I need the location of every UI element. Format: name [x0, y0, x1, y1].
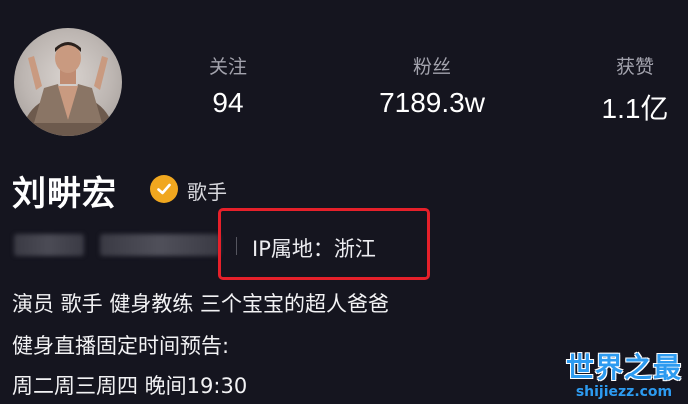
watermark-title: 世界之最	[565, 351, 682, 384]
watermark-logo: 世界之最 shijiezz.com	[566, 346, 682, 400]
likes-stat[interactable]: 获赞 1.1亿	[585, 52, 685, 127]
avatar[interactable]	[14, 28, 122, 136]
ip-highlight-box	[218, 208, 430, 280]
role-label: 歌手	[187, 180, 227, 204]
followers-count: 7189.3w	[379, 87, 485, 118]
likes-count: 1.1亿	[601, 93, 669, 124]
bio-line: 健身直播固定时间预告:	[12, 334, 230, 358]
blurred-info-1	[14, 234, 84, 256]
likes-label: 获赞	[615, 56, 654, 78]
bio-line: 周二周三周四 晚间19:30	[12, 374, 248, 398]
followers-stat[interactable]: 粉丝 7189.3w	[352, 52, 512, 119]
following-stat[interactable]: 关注 94	[178, 52, 278, 119]
profile-name: 刘畊宏	[12, 174, 117, 214]
check-badge-icon	[150, 175, 178, 203]
watermark-url: shijiezz.com	[575, 384, 673, 400]
followers-label: 粉丝	[412, 56, 451, 78]
following-count: 94	[212, 87, 244, 118]
bio-line: 演员 歌手 健身教练 三个宝宝的超人爸爸	[12, 292, 390, 316]
blurred-info-2	[100, 234, 220, 256]
following-label: 关注	[208, 56, 247, 78]
